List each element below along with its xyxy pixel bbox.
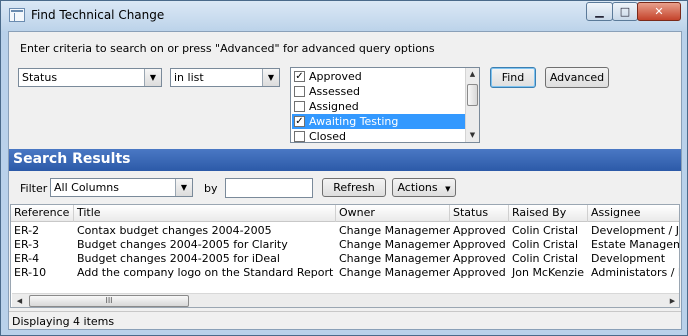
filter-column-dropdown[interactable]: All Columns ▼ (50, 178, 193, 197)
table-row[interactable]: ER-2 Contax budget changes 2004-2005 Chang… (11, 224, 679, 238)
field-dropdown-value: Status (22, 71, 58, 84)
column-header[interactable]: Reference (11, 205, 74, 222)
find-button[interactable]: Find (490, 67, 536, 88)
table-cell: Estate Management (591, 238, 679, 251)
actions-button[interactable]: Actions ▼ (392, 178, 456, 197)
operator-dropdown[interactable]: in list ▼ (170, 68, 280, 87)
table-cell: Colin Cristal (512, 224, 579, 237)
table-cell: ER-4 (14, 252, 40, 265)
checklist-item-label: Awaiting Testing (309, 115, 399, 128)
table-cell: ER-2 (14, 224, 40, 237)
scroll-up-icon[interactable]: ▲ (466, 68, 479, 81)
table-cell: Approved (453, 238, 506, 251)
search-results-header: Search Results (9, 149, 681, 171)
table-cell: ER-3 (14, 238, 40, 251)
filter-label: Filter (20, 182, 48, 195)
operator-dropdown-value: in list (174, 71, 204, 84)
minimize-button[interactable]: ▁ (586, 2, 613, 21)
scroll-right-icon[interactable]: ▶ (665, 294, 679, 307)
checkbox-checked-icon[interactable]: ✓ (294, 71, 305, 82)
scroll-thumb[interactable] (467, 84, 478, 106)
chevron-down-icon[interactable]: ▼ (144, 69, 161, 86)
table-cell: Approved (453, 266, 506, 279)
close-button[interactable]: ✕ (637, 2, 681, 21)
chevron-down-icon: ▼ (445, 185, 451, 193)
table-cell: Change Management (339, 224, 450, 237)
table-cell: Add the company logo on the Standard Rep… (77, 266, 336, 279)
results-grid[interactable]: Reference Title Owner Status Raised By Assign… (10, 204, 680, 308)
status-checklist[interactable]: ✓ Approved Assessed Assigned ✓ Awaiting Testi… (290, 67, 480, 143)
find-technical-change-window: Find Technical Change ▁ □ ✕ Enter criter… (0, 0, 688, 336)
checklist-item[interactable]: Assigned (292, 99, 465, 114)
table-cell: Colin Cristal (512, 238, 579, 251)
checklist-item-label: Approved (309, 70, 362, 83)
table-cell: Budget changes 2004-2005 for iDeal (77, 252, 280, 265)
grid-header: Reference Title Owner Status Raised By Assign… (11, 205, 679, 222)
status-text: Displaying 4 items (12, 315, 115, 328)
filter-column-value: All Columns (54, 181, 119, 194)
scroll-thumb[interactable]: III (29, 295, 189, 307)
table-cell: Administators / Prod (591, 266, 679, 279)
table-row[interactable]: ER-4 Budget changes 2004-2005 for iDeal Ch… (11, 252, 679, 266)
table-cell: Contax budget changes 2004-2005 (77, 224, 272, 237)
checklist-item-label: Assessed (309, 85, 360, 98)
status-bar: Displaying 4 items (9, 311, 681, 329)
search-results-title: Search Results (13, 151, 131, 167)
by-label: by (204, 182, 218, 195)
checklist-item-label: Closed (309, 130, 346, 143)
table-cell: Jon McKenzie (512, 266, 584, 279)
dialog-client-area: Enter criteria to search on or press "Ad… (8, 31, 682, 330)
field-dropdown[interactable]: Status ▼ (18, 68, 162, 87)
column-header[interactable]: Status (450, 205, 509, 222)
checklist-item[interactable]: ✓ Awaiting Testing (292, 114, 465, 129)
scroll-down-icon[interactable]: ▼ (466, 129, 479, 142)
column-header[interactable]: Owner (336, 205, 450, 222)
window-title: Find Technical Change (31, 8, 165, 22)
table-cell: Colin Cristal (512, 252, 579, 265)
checklist-item[interactable]: Closed (292, 129, 465, 143)
chevron-down-icon[interactable]: ▼ (175, 179, 192, 196)
maximize-button[interactable]: □ (612, 2, 638, 21)
instruction-text: Enter criteria to search on or press "Ad… (20, 42, 435, 55)
actions-label: Actions (397, 181, 438, 194)
table-cell: Approved (453, 252, 506, 265)
table-cell: Development (591, 252, 666, 265)
column-header[interactable]: Assignee (588, 205, 679, 222)
column-header[interactable]: Raised By (509, 205, 588, 222)
chevron-down-icon[interactable]: ▼ (262, 69, 279, 86)
checklist-item[interactable]: Assessed (292, 84, 465, 99)
checkbox-unchecked-icon[interactable] (294, 86, 305, 97)
grid-horizontal-scrollbar[interactable]: ◀ III ▶ (12, 293, 679, 307)
checkbox-unchecked-icon[interactable] (294, 101, 305, 112)
column-header[interactable]: Title (74, 205, 336, 222)
scroll-left-icon[interactable]: ◀ (12, 294, 27, 307)
table-cell: Budget changes 2004-2005 for Clarity (77, 238, 288, 251)
table-row[interactable]: ER-10 Add the company logo on the Standar… (11, 266, 679, 280)
window-app-icon (9, 8, 25, 22)
checklist-item-label: Assigned (309, 100, 359, 113)
checklist-scrollbar[interactable]: ▲ ▼ (465, 68, 479, 142)
refresh-button[interactable]: Refresh (322, 178, 386, 197)
table-cell: Development / Jon (591, 224, 679, 237)
checklist-item[interactable]: ✓ Approved (292, 69, 465, 84)
filter-text-input[interactable] (225, 178, 313, 198)
checkbox-checked-icon[interactable]: ✓ (294, 116, 305, 127)
checkbox-unchecked-icon[interactable] (294, 131, 305, 142)
table-cell: Change Management (339, 238, 450, 251)
title-bar[interactable]: Find Technical Change ▁ □ ✕ (1, 1, 687, 31)
advanced-button[interactable]: Advanced (545, 67, 609, 88)
table-cell: Approved (453, 224, 506, 237)
table-cell: ER-10 (14, 266, 47, 279)
table-row[interactable]: ER-3 Budget changes 2004-2005 for Clarity… (11, 238, 679, 252)
table-cell: Change Management (339, 252, 450, 265)
table-cell: Change Management (339, 266, 450, 279)
